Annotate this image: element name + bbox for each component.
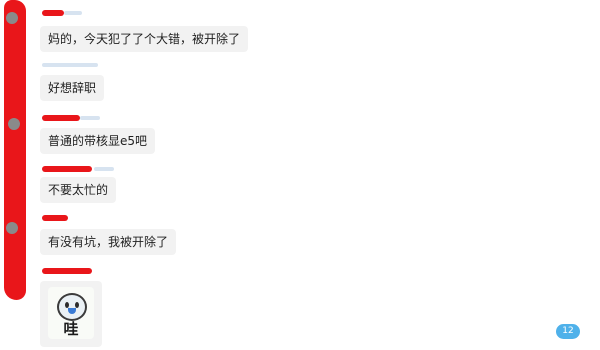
mouth-icon bbox=[68, 308, 76, 314]
avatar[interactable] bbox=[6, 12, 18, 24]
message-text: 有没有坑，我被开除了 bbox=[48, 235, 169, 249]
message-text: 妈的，今天犯了了个大错，被开除了 bbox=[48, 32, 241, 46]
redaction-mark bbox=[42, 115, 80, 121]
sender-name-faint bbox=[94, 167, 114, 171]
redaction-mark bbox=[42, 215, 68, 221]
sticker-image[interactable]: 哇 bbox=[48, 287, 94, 339]
sender-name-faint bbox=[64, 11, 82, 15]
message-text: 普通的带核显e5吧 bbox=[48, 134, 148, 148]
message-bubble[interactable]: 不要太忙的 bbox=[40, 177, 117, 203]
surprised-face-icon bbox=[57, 293, 87, 321]
sticker-caption: 哇 bbox=[63, 320, 79, 338]
message-text: 好想辞职 bbox=[48, 81, 97, 95]
message-bubble[interactable]: 好想辞职 bbox=[40, 75, 105, 101]
sender-name-faint bbox=[80, 116, 100, 120]
sender-name-faint bbox=[42, 63, 98, 67]
message-bubble[interactable]: 有没有坑，我被开除了 bbox=[40, 229, 177, 255]
message-text: 不要太忙的 bbox=[48, 183, 109, 197]
sticker-message[interactable]: 哇 bbox=[40, 281, 102, 347]
unread-count-badge[interactable]: 12 bbox=[556, 324, 580, 339]
redaction-mark bbox=[42, 166, 92, 172]
avatar[interactable] bbox=[6, 222, 18, 234]
redaction-mark bbox=[42, 268, 92, 274]
message-bubble[interactable]: 普通的带核显e5吧 bbox=[40, 128, 156, 154]
redaction-mark bbox=[42, 10, 64, 16]
message-bubble[interactable]: 妈的，今天犯了了个大错，被开除了 bbox=[40, 26, 249, 52]
avatar-redaction-mark bbox=[10, 20, 26, 290]
chat-window: 妈的，今天犯了了个大错，被开除了 好想辞职 普通的带核显e5吧 不要太忙的 有没… bbox=[0, 0, 600, 350]
avatar[interactable] bbox=[8, 118, 20, 130]
